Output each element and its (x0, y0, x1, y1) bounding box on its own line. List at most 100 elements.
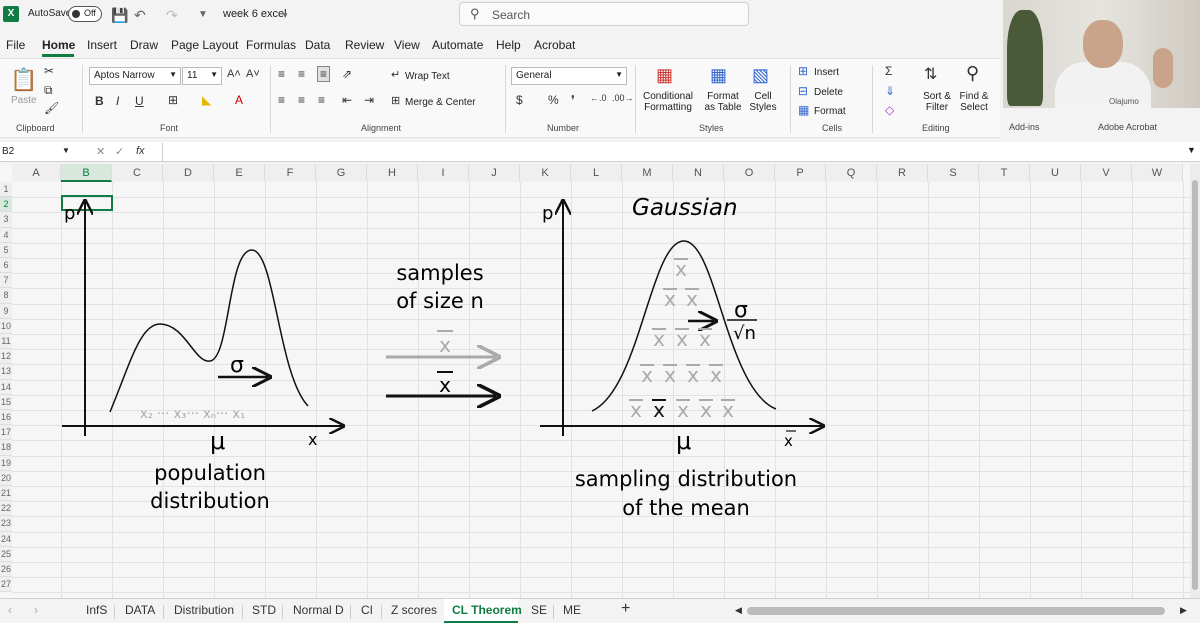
font-name-value: Aptos Narrow (94, 70, 155, 81)
menu-data[interactable]: Data (305, 38, 330, 52)
cut-icon[interactable]: ✂ (44, 64, 54, 78)
clear-icon[interactable]: ◇ (885, 103, 894, 117)
name-box[interactable]: B2 ▼ (0, 143, 75, 161)
scroll-tabs-right-icon[interactable]: › (34, 603, 38, 617)
font-name-select[interactable]: Aptos Narrow ▼ (89, 67, 181, 85)
increase-decimal-icon[interactable]: ←.0 (590, 93, 607, 103)
merge-center-button[interactable]: Merge & Center (405, 97, 476, 108)
currency-icon[interactable]: $ (516, 93, 523, 107)
format-cells-icon[interactable]: ▦ (798, 103, 809, 117)
menu-acrobat[interactable]: Acrobat (534, 38, 575, 52)
decrease-indent-icon[interactable]: ⇤ (342, 93, 352, 107)
underline-icon[interactable]: U (135, 94, 144, 108)
copy-icon[interactable]: ⧉ (44, 83, 53, 98)
delete-cells-icon[interactable]: ⊟ (798, 84, 808, 98)
align-middle-icon[interactable]: ≡ (298, 67, 305, 81)
paste-icon[interactable]: 📋 (10, 67, 37, 93)
font-size-select[interactable]: 11 ▼ (182, 67, 222, 85)
sheet-tab[interactable]: Normal D (293, 603, 344, 617)
chevron-down-icon[interactable]: ▾ (283, 10, 288, 21)
format-as-table-button[interactable]: Format as Table (702, 91, 744, 113)
align-center-icon[interactable]: ≡ (298, 93, 305, 107)
align-top-icon[interactable]: ≡ (278, 67, 285, 81)
horizontal-scroll-thumb[interactable] (747, 607, 1165, 615)
sheet-tab[interactable]: InfS (86, 603, 107, 617)
fill-color-icon[interactable]: ◣ (202, 93, 211, 107)
wrap-text-button[interactable]: Wrap Text (405, 71, 450, 82)
menu-home[interactable]: Home (42, 38, 75, 52)
format-painter-icon[interactable]: 🖌 (44, 101, 59, 115)
borders-icon[interactable]: ⊞ (168, 93, 178, 107)
undo-icon[interactable]: ↶ (134, 7, 146, 24)
menu-page-layout[interactable]: Page Layout (171, 38, 238, 52)
menu-file[interactable]: File (6, 38, 25, 52)
menu-automate[interactable]: Automate (432, 38, 483, 52)
increase-indent-icon[interactable]: ⇥ (364, 93, 374, 107)
align-left-icon[interactable]: ≡ (278, 93, 285, 107)
font-color-icon[interactable]: A (235, 93, 243, 107)
sheet-tab[interactable]: Z scores (391, 603, 437, 617)
sheet-tab[interactable]: CI (361, 603, 373, 617)
bold-icon[interactable]: B (95, 94, 104, 108)
increase-font-icon[interactable]: A˄ (227, 68, 241, 80)
insert-cells-button[interactable]: Insert (814, 67, 839, 78)
sheet-tab[interactable]: SE (531, 603, 547, 617)
scroll-thumb[interactable] (1192, 180, 1198, 590)
expand-formula-icon[interactable]: ▼ (1187, 145, 1196, 155)
sort-filter-button[interactable]: Sort & Filter (920, 91, 954, 113)
conditional-formatting-button[interactable]: Conditional Formatting (640, 91, 696, 113)
menu-view[interactable]: View (394, 38, 420, 52)
format-table-icon[interactable]: ▦ (710, 65, 727, 86)
customize-toolbar-icon[interactable]: ▼ (198, 9, 208, 20)
sheet-tab[interactable]: DATA (125, 603, 155, 617)
menu-help[interactable]: Help (496, 38, 521, 52)
delete-cells-button[interactable]: Delete (814, 87, 843, 98)
align-bottom-icon[interactable]: ≡ (317, 66, 331, 82)
file-name[interactable]: week 6 excel (223, 8, 287, 20)
hscroll-left-icon[interactable]: ◀ (735, 605, 742, 616)
number-format-select[interactable]: General ▼ (511, 67, 627, 85)
sheet-tab[interactable]: ME (563, 603, 581, 617)
fill-icon[interactable]: ⇓ (885, 84, 895, 98)
cell-styles-icon[interactable]: ▧ (752, 65, 769, 86)
paste-button[interactable]: Paste (11, 95, 37, 106)
cancel-icon[interactable]: ✕ (96, 145, 105, 158)
sheet-tab[interactable]: Distribution (174, 603, 234, 617)
autosum-icon[interactable]: Σ (885, 64, 892, 78)
decrease-font-icon[interactable]: A˅ (246, 68, 260, 80)
sheet-tab[interactable]: STD (252, 603, 276, 617)
align-right-icon[interactable]: ≡ (318, 93, 325, 107)
menu-insert[interactable]: Insert (87, 38, 117, 52)
conditional-formatting-icon[interactable]: ▦ (656, 65, 673, 86)
scroll-tabs-left-icon[interactable]: ‹ (8, 603, 12, 617)
webcam-person-head (1083, 20, 1123, 68)
enter-icon[interactable]: ✓ (115, 145, 124, 158)
decrease-decimal-icon[interactable]: .00→ (612, 93, 634, 103)
add-sheet-icon[interactable]: + (621, 600, 630, 618)
comma-icon[interactable]: ❜ (571, 93, 575, 107)
redo-icon[interactable]: ↷ (166, 7, 178, 24)
menu-formulas[interactable]: Formulas (246, 38, 296, 52)
search-box[interactable]: ⚲ Search (459, 2, 749, 26)
right-p-label: p (542, 203, 553, 224)
merge-center-icon[interactable]: ⊞ (391, 94, 400, 107)
format-cells-button[interactable]: Format (814, 106, 846, 117)
wrap-text-icon[interactable]: ↵ (391, 68, 400, 81)
sort-filter-icon[interactable]: ⇅ (924, 64, 937, 84)
sheet-tab-active[interactable]: CL Theorem (452, 603, 522, 617)
autosave-toggle[interactable]: Off (68, 6, 102, 22)
orientation-icon[interactable]: ⇗ (342, 67, 352, 81)
italic-icon[interactable]: I (116, 94, 119, 108)
cell-styles-button[interactable]: Cell Styles (745, 91, 781, 113)
menu-review[interactable]: Review (345, 38, 384, 52)
find-select-button[interactable]: Find & Select (956, 91, 992, 113)
menu-draw[interactable]: Draw (130, 38, 158, 52)
percent-icon[interactable]: % (548, 93, 559, 107)
insert-cells-icon[interactable]: ⊞ (798, 64, 808, 78)
save-icon[interactable]: 💾 (111, 7, 128, 24)
hscroll-right-icon[interactable]: ▶ (1180, 605, 1187, 616)
vertical-scrollbar[interactable] (1190, 164, 1200, 598)
formula-input[interactable] (162, 143, 1182, 161)
find-select-icon[interactable]: ⚲ (966, 63, 979, 84)
fx-icon[interactable]: fx (136, 145, 145, 157)
